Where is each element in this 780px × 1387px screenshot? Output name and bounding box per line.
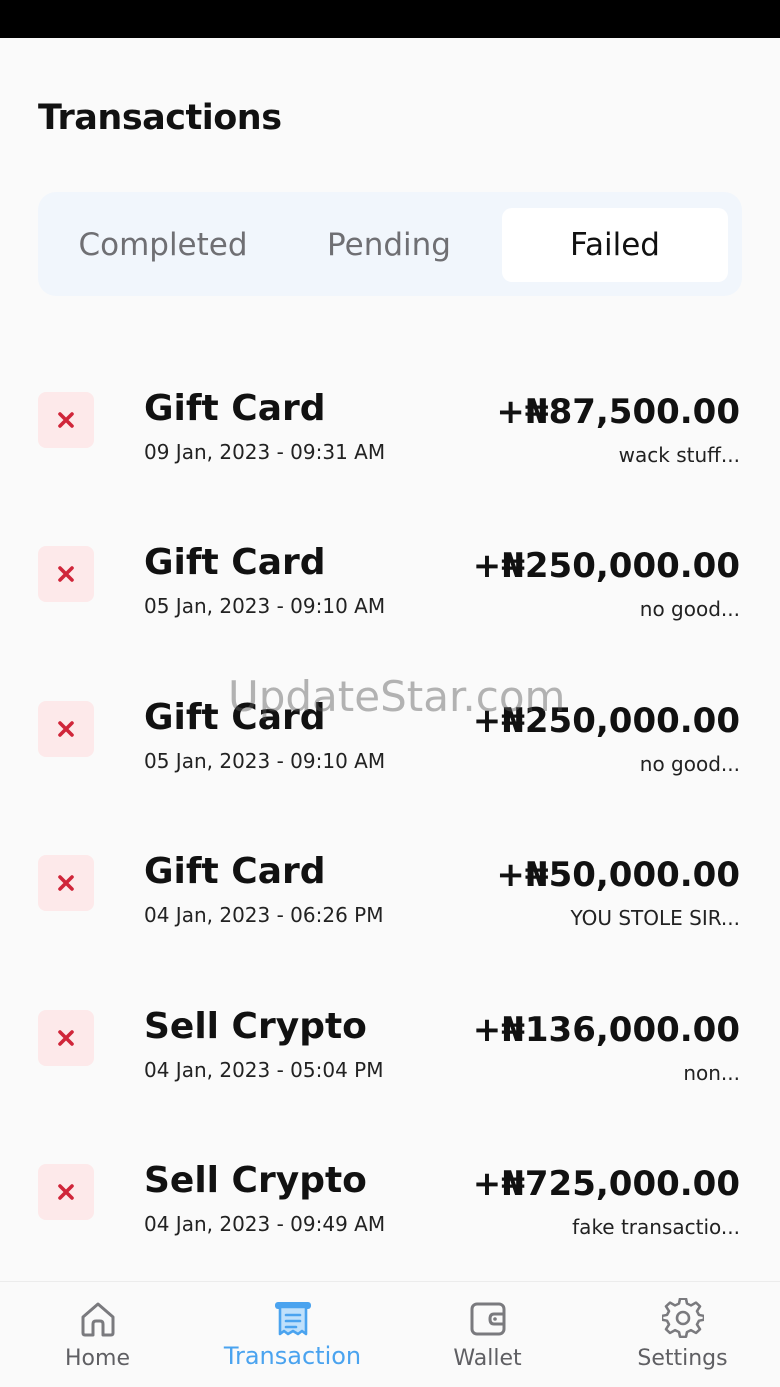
transaction-row[interactable]: Gift Card 05 Jan, 2023 - 09:10 AM +₦250,… — [0, 639, 780, 793]
transaction-date: 05 Jan, 2023 - 09:10 AM — [144, 594, 386, 618]
transaction-name: Gift Card — [144, 388, 326, 429]
tab-pending[interactable]: Pending — [276, 208, 502, 282]
transaction-name: Gift Card — [144, 542, 326, 583]
transaction-amount: +₦725,000.00 — [472, 1164, 740, 1204]
transaction-note: wack stuff... — [618, 443, 740, 467]
transaction-amount: +₦136,000.00 — [472, 1010, 740, 1050]
status-bar — [0, 0, 780, 38]
transaction-note: non... — [683, 1061, 740, 1085]
transaction-name: Gift Card — [144, 697, 326, 738]
receipt-icon — [274, 1302, 311, 1336]
transaction-note: fake transactio... — [572, 1215, 740, 1239]
failed-x-icon — [38, 392, 94, 448]
transaction-name: Gift Card — [144, 851, 326, 892]
failed-x-icon — [38, 855, 94, 911]
failed-x-icon — [38, 1010, 94, 1066]
transaction-date: 09 Jan, 2023 - 09:31 AM — [144, 440, 386, 464]
wallet-icon — [470, 1302, 505, 1336]
failed-x-icon — [38, 1164, 94, 1220]
transaction-row[interactable]: Gift Card 04 Jan, 2023 - 06:26 PM +₦50,0… — [0, 793, 780, 947]
nav-settings[interactable]: Settings — [585, 1282, 780, 1387]
transaction-note: YOU STOLE SIR... — [570, 906, 740, 930]
transaction-date: 04 Jan, 2023 - 09:49 AM — [144, 1212, 386, 1236]
bottom-nav: Home Transaction Wallet Settings — [0, 1281, 780, 1387]
nav-label: Home — [65, 1346, 130, 1371]
nav-home[interactable]: Home — [0, 1282, 195, 1387]
transaction-amount: +₦50,000.00 — [496, 855, 740, 895]
page-title: Transactions — [38, 98, 282, 138]
transaction-status-tabs: Completed Pending Failed — [38, 192, 742, 296]
transaction-row[interactable]: Gift Card 09 Jan, 2023 - 09:31 AM +₦87,5… — [0, 330, 780, 484]
tab-failed[interactable]: Failed — [502, 208, 728, 282]
transaction-name: Sell Crypto — [144, 1006, 367, 1047]
transaction-note: no good... — [639, 752, 740, 776]
failed-x-icon — [38, 546, 94, 602]
transaction-row[interactable]: Sell Crypto 04 Jan, 2023 - 05:04 PM +₦13… — [0, 948, 780, 1102]
tab-completed[interactable]: Completed — [50, 208, 276, 282]
nav-label: Transaction — [223, 1342, 362, 1370]
gear-icon — [661, 1298, 704, 1339]
transaction-amount: +₦250,000.00 — [472, 701, 740, 741]
transaction-amount: +₦87,500.00 — [496, 392, 740, 432]
nav-label: Wallet — [453, 1346, 522, 1371]
app-screen: Transactions Completed Pending Failed Gi… — [0, 0, 780, 1387]
transaction-note: no good... — [639, 597, 740, 621]
failed-x-icon — [38, 701, 94, 757]
transaction-date: 05 Jan, 2023 - 09:10 AM — [144, 749, 386, 773]
nav-transaction[interactable]: Transaction — [195, 1282, 390, 1387]
nav-wallet[interactable]: Wallet — [390, 1282, 585, 1387]
nav-label: Settings — [637, 1346, 728, 1371]
transaction-date: 04 Jan, 2023 - 05:04 PM — [144, 1058, 384, 1082]
home-icon — [81, 1302, 114, 1337]
transaction-date: 04 Jan, 2023 - 06:26 PM — [144, 903, 384, 927]
transaction-name: Sell Crypto — [144, 1160, 367, 1201]
transaction-amount: +₦250,000.00 — [472, 546, 740, 586]
transaction-row[interactable]: Sell Crypto 04 Jan, 2023 - 09:49 AM +₦72… — [0, 1102, 780, 1256]
transaction-row[interactable]: Gift Card 05 Jan, 2023 - 09:10 AM +₦250,… — [0, 484, 780, 638]
